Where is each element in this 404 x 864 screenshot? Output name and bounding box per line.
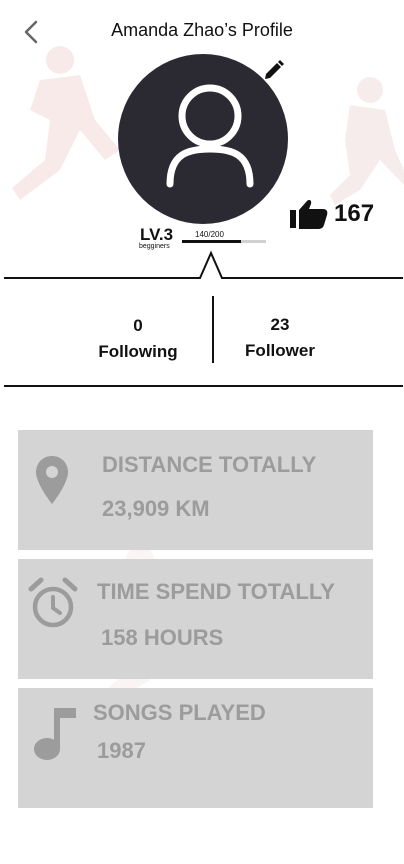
music-note-icon xyxy=(34,708,76,760)
following-label: Following xyxy=(98,342,178,361)
following-stat[interactable]: 0 Following xyxy=(78,316,198,362)
header: Amanda Zhao’s Profile xyxy=(0,0,404,60)
follower-count: 23 xyxy=(270,315,290,334)
distance-card[interactable]: DISTANCE TOTALLY 23,909 KM xyxy=(18,430,373,550)
profile-divider xyxy=(4,250,403,279)
stats-divider xyxy=(4,385,403,387)
distance-value: 23,909 KM xyxy=(102,496,210,521)
likes-count: 167 xyxy=(334,200,375,227)
songs-value: 1987 xyxy=(97,738,146,763)
progress-text: 140/200 xyxy=(195,230,224,239)
page-title: Amanda Zhao’s Profile xyxy=(111,20,293,40)
edit-pencil-icon[interactable] xyxy=(262,58,286,82)
profile-screen: Amanda Zhao’s Profile 167 LV.3 begginers… xyxy=(0,0,404,864)
location-pin-icon xyxy=(36,456,68,504)
songs-label: SONGS PLAYED xyxy=(93,700,266,725)
time-label: TIME SPEND TOTALLY xyxy=(97,579,335,604)
time-card[interactable]: TIME SPEND TOTALLY 158 HOURS xyxy=(18,559,373,679)
distance-label: DISTANCE TOTALLY xyxy=(102,452,317,477)
progress-bar-fill xyxy=(182,240,241,243)
progress-bar xyxy=(182,240,266,243)
following-count: 0 xyxy=(133,316,143,335)
thumbs-up-icon xyxy=(290,200,328,229)
songs-card[interactable]: SONGS PLAYED 1987 xyxy=(18,688,373,808)
follower-stat[interactable]: 23 Follower xyxy=(220,315,340,361)
likes[interactable]: 167 xyxy=(290,198,374,230)
time-value: 158 HOURS xyxy=(101,625,224,650)
level-label: LV.3 xyxy=(140,225,174,244)
follower-label: Follower xyxy=(245,341,315,360)
alarm-clock-icon xyxy=(28,577,78,628)
stats-vertical-divider xyxy=(212,296,214,363)
